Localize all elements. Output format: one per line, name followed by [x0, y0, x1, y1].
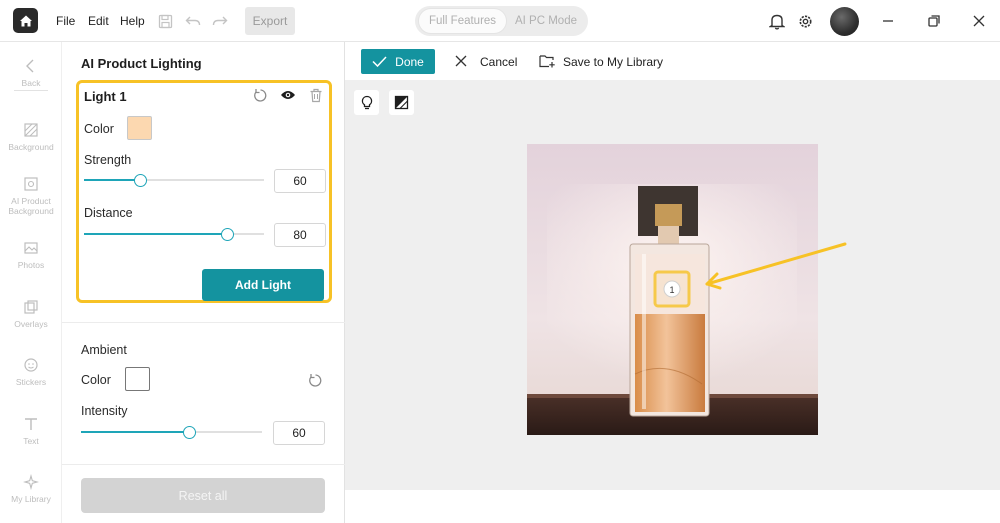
chevron-left-icon — [26, 59, 34, 73]
rail-label: Overlays — [14, 319, 48, 329]
save-icon[interactable] — [156, 12, 174, 30]
distance-input[interactable]: 80 — [274, 223, 326, 247]
stickers-icon — [24, 358, 38, 372]
mode-ai-pc[interactable]: AI PC Mode — [508, 9, 584, 33]
minimize-icon[interactable] — [879, 12, 897, 30]
ai-product-background-icon — [24, 177, 38, 191]
rail-label: Text — [23, 436, 39, 446]
menu-edit[interactable]: Edit — [88, 14, 109, 28]
mode-toggle[interactable]: Full Features AI PC Mode — [415, 6, 588, 36]
light-title: Light 1 — [84, 89, 127, 104]
strength-label: Strength — [84, 153, 132, 167]
export-button[interactable]: Export — [245, 7, 295, 35]
rail-photos[interactable]: Photos — [0, 240, 62, 270]
distance-slider[interactable] — [84, 228, 264, 241]
canvas-footer — [345, 490, 1000, 523]
section-divider — [62, 464, 345, 465]
slider-thumb[interactable] — [221, 228, 234, 241]
annotation-arrow — [705, 242, 847, 290]
light-card: Light 1 Color Strength 60 Distance 80 Ad… — [76, 80, 332, 303]
trash-icon[interactable] — [308, 87, 324, 103]
slider-fill — [81, 431, 189, 433]
save-to-library-button[interactable]: Save to My Library — [563, 55, 663, 69]
avatar[interactable] — [830, 7, 859, 36]
sparkle-icon — [23, 474, 39, 490]
intensity-slider[interactable] — [81, 426, 262, 439]
reset-all-button[interactable]: Reset all — [81, 478, 325, 513]
rail-label: Background — [8, 142, 54, 152]
panel-title: AI Product Lighting — [81, 56, 202, 71]
light-color-swatch[interactable] — [127, 116, 152, 140]
done-label: Done — [395, 54, 424, 69]
rail-label: Photos — [17, 260, 45, 270]
check-icon — [372, 56, 387, 67]
undo-icon[interactable] — [184, 12, 202, 30]
close-icon[interactable] — [970, 12, 988, 30]
overlays-icon — [24, 300, 38, 314]
section-divider — [62, 322, 345, 323]
rail-label: Back — [21, 78, 41, 88]
add-light-button[interactable]: Add Light — [202, 269, 324, 301]
rail-my-library[interactable]: My Library — [0, 474, 62, 504]
cancel-x-icon[interactable] — [455, 55, 467, 67]
mode-full-features[interactable]: Full Features — [419, 9, 506, 33]
ambient-color-swatch[interactable] — [125, 367, 150, 391]
redo-icon[interactable] — [211, 12, 229, 30]
ambient-color-label: Color — [81, 373, 111, 387]
slider-fill — [84, 233, 227, 235]
bell-icon[interactable] — [768, 12, 786, 30]
home-button[interactable] — [13, 8, 38, 33]
lighting-panel: AI Product Lighting Light 1 Color Streng… — [62, 42, 345, 523]
intensity-input[interactable]: 60 — [273, 421, 325, 445]
action-bar: Done Cancel Save to My Library — [345, 42, 1000, 80]
canvas-area: 1 — [345, 80, 1000, 490]
rail-label: My Library — [11, 494, 51, 504]
rail-back[interactable]: Back — [0, 58, 62, 88]
slider-fill — [84, 179, 140, 181]
rail-divider — [14, 90, 48, 91]
menu-file[interactable]: File — [56, 14, 75, 28]
photos-icon — [24, 242, 38, 254]
slider-thumb[interactable] — [134, 174, 147, 187]
tool-rail: Back Background AI Product Background Ph… — [0, 42, 62, 523]
rail-ai-product-background[interactable]: AI Product Background — [0, 176, 62, 216]
intensity-label: Intensity — [81, 404, 128, 418]
rail-overlays[interactable]: Overlays — [0, 299, 62, 329]
distance-label: Distance — [84, 206, 133, 220]
reset-ambient-icon[interactable] — [307, 372, 323, 388]
strength-slider[interactable] — [84, 174, 264, 187]
rail-text[interactable]: Text — [0, 416, 62, 446]
menu-help[interactable]: Help — [120, 14, 145, 28]
text-icon — [25, 418, 37, 430]
eye-icon[interactable] — [280, 87, 296, 103]
ambient-title: Ambient — [81, 343, 127, 357]
restore-icon[interactable] — [925, 12, 943, 30]
home-icon — [19, 15, 32, 26]
folder-plus-icon[interactable] — [539, 54, 556, 68]
done-button[interactable]: Done — [361, 49, 435, 74]
light-color-label: Color — [84, 122, 114, 136]
gear-icon[interactable] — [796, 12, 814, 30]
top-bar: File Edit Help Export Full Features AI P… — [0, 0, 1000, 42]
reset-light-icon[interactable] — [252, 87, 268, 103]
rail-label: Stickers — [15, 377, 47, 387]
background-icon — [24, 123, 38, 137]
rail-label: AI Product Background — [8, 196, 54, 216]
rail-background[interactable]: Background — [0, 122, 62, 152]
strength-input[interactable]: 60 — [274, 169, 326, 193]
cancel-button[interactable]: Cancel — [480, 55, 517, 69]
rail-stickers[interactable]: Stickers — [0, 357, 62, 387]
slider-thumb[interactable] — [183, 426, 196, 439]
